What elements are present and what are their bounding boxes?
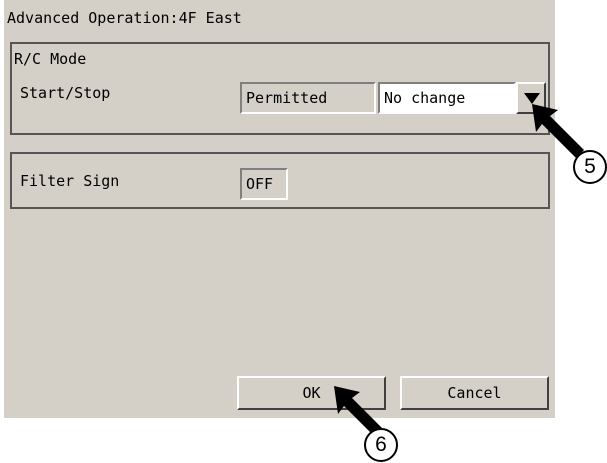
start-stop-combo[interactable]: No change	[378, 82, 516, 114]
filter-sign-toggle[interactable]: OFF	[240, 168, 288, 200]
window-title: Advanced Operation:4F East	[7, 9, 242, 27]
rc-mode-label: R/C Mode	[14, 50, 87, 68]
filter-sign-label: Filter Sign	[20, 172, 120, 190]
start-stop-status-field: Permitted	[240, 82, 376, 114]
rc-mode-group: R/C Mode Start/Stop Permitted No change	[10, 42, 550, 135]
start-stop-label: Start/Stop	[20, 84, 111, 102]
filter-group: Filter Sign OFF	[10, 152, 550, 209]
cancel-button[interactable]: Cancel	[400, 376, 549, 410]
callout-5: 5	[573, 150, 607, 184]
callout-6: 6	[364, 428, 398, 462]
advanced-operation-panel: Advanced Operation:4F East R/C Mode Star…	[4, 0, 555, 418]
